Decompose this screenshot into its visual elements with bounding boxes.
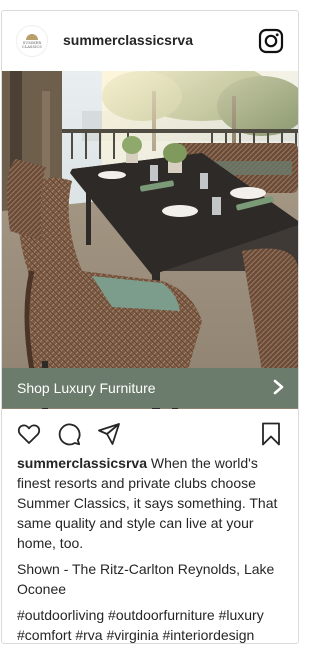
instagram-icon[interactable] (258, 28, 284, 54)
share-icon[interactable] (96, 421, 122, 447)
shop-now-bar[interactable]: Shop Luxury Furniture (2, 368, 298, 408)
post-photo[interactable] (2, 71, 298, 409)
shop-label: Shop Luxury Furniture (17, 380, 156, 396)
patio-dining-photo (2, 71, 298, 409)
post-card: SUMMER CLASSICS summerclassicsrva Shop L… (1, 10, 299, 644)
action-bar (2, 419, 298, 449)
post-header: SUMMER CLASSICS summerclassicsrva (2, 11, 298, 71)
caption-body: summerclassicsrva When the world's fines… (17, 453, 287, 553)
post-caption: summerclassicsrva When the world's fines… (17, 453, 287, 643)
logo-sun-icon (26, 33, 38, 40)
logo-text-line2: CLASSICS (22, 44, 42, 49)
heart-icon[interactable] (16, 421, 42, 447)
bookmark-icon[interactable] (258, 421, 284, 447)
comment-icon[interactable] (56, 421, 82, 447)
chevron-right-icon (273, 379, 284, 395)
caption-location: Shown - The Ritz-Carlton Reynolds, Lake … (17, 561, 275, 597)
username[interactable]: summerclassicsrva (63, 32, 193, 48)
avatar[interactable]: SUMMER CLASSICS (16, 25, 48, 57)
caption-hashtags[interactable]: #outdoorliving #outdoorfurniture #luxury… (17, 605, 287, 643)
caption-username[interactable]: summerclassicsrva (17, 455, 147, 471)
